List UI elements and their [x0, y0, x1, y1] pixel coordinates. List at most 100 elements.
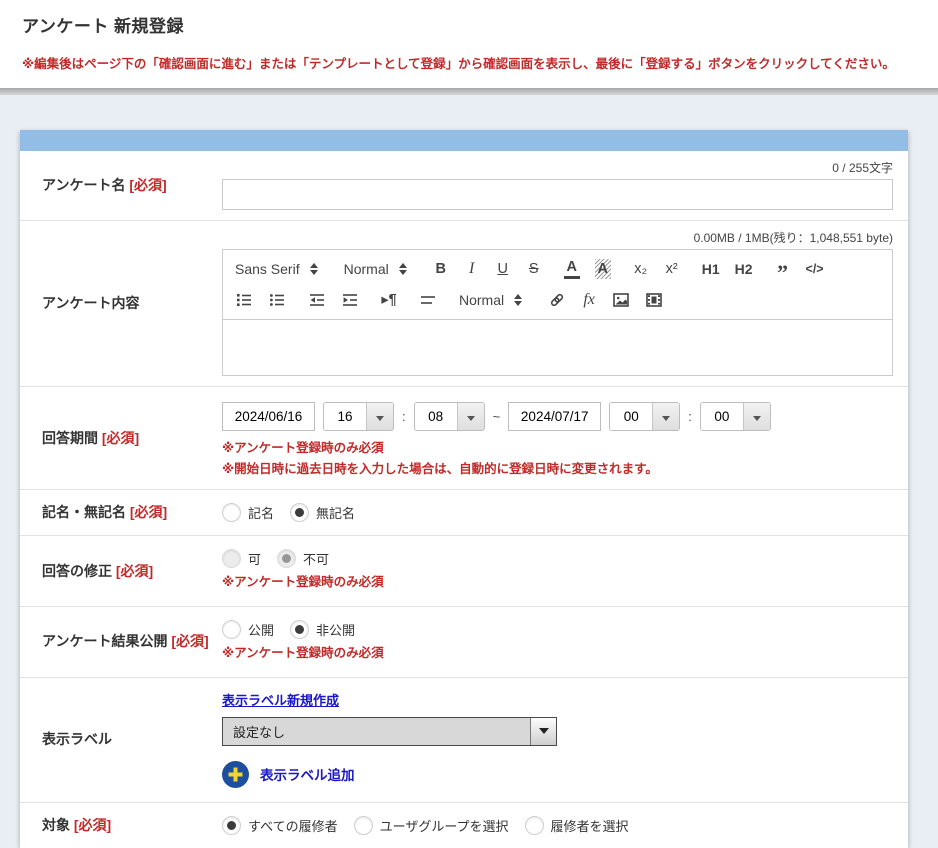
display-label-select[interactable]: 設定なし	[222, 717, 557, 746]
radio-button[interactable]	[290, 503, 309, 522]
link-icon[interactable]	[548, 290, 566, 310]
radio-option-anonymous[interactable]: 無記名	[290, 503, 355, 522]
italic-icon[interactable]: I	[464, 259, 480, 279]
font-picker[interactable]: Sans Serif	[235, 261, 318, 277]
code-block-icon[interactable]: </>	[806, 259, 824, 279]
dropdown-arrow-icon[interactable]	[457, 403, 484, 430]
page-title: アンケート 新規登録	[22, 12, 928, 37]
size-picker[interactable]: Normal	[344, 261, 407, 277]
radio-option-named[interactable]: 記名	[222, 503, 274, 522]
bold-icon[interactable]: B	[433, 259, 449, 279]
text-direction-icon[interactable]: ▸¶	[381, 290, 397, 310]
answer-modify-radio-group: 可 不可	[222, 549, 893, 568]
result-publish-label: アンケート結果公開 [必須]	[20, 607, 222, 677]
row-target: 対象 [必須] すべての履修者 ユーザグループを選択 履修者を選択	[20, 802, 908, 848]
page-notice: ※編集後はページ下の「確認画面に進む」または「テンプレートとして登録」から確認画…	[22, 53, 928, 72]
required-tag: [必須]	[129, 177, 166, 193]
start-hour-select[interactable]	[323, 402, 394, 431]
radio-button[interactable]	[525, 816, 544, 835]
radio-option-select-students[interactable]: 履修者を選択	[525, 816, 629, 835]
dropdown-arrow-icon[interactable]	[652, 403, 679, 430]
select-dropdown-arrow-icon[interactable]	[530, 718, 556, 745]
row-survey-name: アンケート名 [必須] 0 / 255文字	[20, 151, 908, 220]
radio-option-allowed[interactable]: 可	[222, 549, 261, 568]
end-minute-value[interactable]	[701, 403, 743, 430]
end-hour-value[interactable]	[610, 403, 652, 430]
row-answer-modify: 回答の修正 [必須] 可 不可 ※アンケート登録時のみ必須	[20, 535, 908, 606]
period-label: 回答期間 [必須]	[20, 387, 222, 489]
answer-modify-label: 回答の修正 [必須]	[20, 536, 222, 606]
target-label: 対象 [必須]	[20, 803, 222, 848]
video-icon[interactable]	[645, 290, 663, 310]
plus-icon[interactable]	[222, 761, 249, 788]
end-minute-select[interactable]	[700, 402, 771, 431]
indent-icon[interactable]	[341, 290, 359, 310]
end-date-input[interactable]	[508, 402, 601, 431]
dropdown-arrow-icon[interactable]	[743, 403, 770, 430]
highlight-color-icon[interactable]: A	[595, 259, 611, 279]
image-icon[interactable]	[612, 290, 630, 310]
period-note-1: ※アンケート登録時のみ必須	[222, 438, 893, 459]
end-hour-select[interactable]	[609, 402, 680, 431]
blockquote-icon[interactable]: ”	[775, 259, 791, 279]
header-divider	[0, 88, 938, 95]
radio-option-not-allowed[interactable]: 不可	[277, 549, 329, 568]
bullet-list-icon[interactable]	[268, 290, 286, 310]
publish-note: ※アンケート登録時のみ必須	[222, 643, 893, 664]
survey-name-input[interactable]	[222, 179, 893, 210]
start-minute-select[interactable]	[414, 402, 485, 431]
superscript-icon[interactable]: x²	[664, 259, 680, 279]
radio-option-private[interactable]: 非公開	[290, 620, 355, 639]
required-tag: [必須]	[116, 563, 153, 579]
dropdown-arrow-icon[interactable]	[366, 403, 393, 430]
picker-updown-icon	[399, 263, 407, 275]
anonymity-label: 記名・無記名 [必須]	[20, 490, 222, 535]
content-size-counter: 0.00MB / 1MB(残り：1,048,551 byte)	[222, 229, 893, 246]
page-header: アンケート 新規登録 ※編集後はページ下の「確認画面に進む」または「テンプレート…	[0, 0, 938, 88]
radio-button[interactable]	[290, 620, 309, 639]
panel-header-bar	[20, 130, 908, 151]
add-display-label-button[interactable]: 表示ラベル追加	[222, 761, 893, 788]
survey-name-label: アンケート名 [必須]	[20, 151, 222, 220]
required-tag: [必須]	[130, 504, 167, 520]
survey-content-label: アンケート内容	[20, 221, 222, 386]
radio-option-all-students[interactable]: すべての履修者	[222, 816, 338, 835]
row-display-label: 表示ラベル 表示ラベル新規作成 設定なし 表示ラベル追加	[20, 677, 908, 802]
radio-button[interactable]	[222, 549, 241, 568]
outdent-icon[interactable]	[308, 290, 326, 310]
radio-option-user-group[interactable]: ユーザグループを選択	[354, 816, 509, 835]
row-survey-content: アンケート内容 0.00MB / 1MB(残り：1,048,551 byte) …	[20, 220, 908, 386]
required-tag: [必須]	[171, 633, 208, 649]
heading2-icon[interactable]: H2	[735, 259, 753, 279]
survey-form-panel: アンケート名 [必須] 0 / 255文字 アンケート内容 0.00MB / 1…	[20, 130, 908, 848]
time-colon: :	[688, 409, 692, 424]
modify-note: ※アンケート登録時のみ必須	[222, 572, 893, 593]
line-style-picker[interactable]: Normal	[459, 292, 522, 308]
period-notes: ※アンケート登録時のみ必須 ※開始日時に過去日時を入力した場合は、自動的に登録日…	[222, 438, 893, 479]
create-display-label-link[interactable]: 表示ラベル新規作成	[222, 690, 339, 709]
align-icon[interactable]	[419, 290, 437, 310]
subscript-icon[interactable]: x₂	[633, 259, 649, 279]
range-tilde: ~	[493, 409, 501, 424]
row-result-publish: アンケート結果公開 [必須] 公開 非公開 ※アンケート登録時のみ必須	[20, 606, 908, 677]
picker-updown-icon	[310, 263, 318, 275]
heading1-icon[interactable]: H1	[702, 259, 720, 279]
radio-option-public[interactable]: 公開	[222, 620, 274, 639]
ordered-list-icon[interactable]	[235, 290, 253, 310]
radio-button[interactable]	[354, 816, 373, 835]
start-date-input[interactable]	[222, 402, 315, 431]
radio-button[interactable]	[222, 620, 241, 639]
time-colon: :	[402, 409, 406, 424]
start-hour-value[interactable]	[324, 403, 366, 430]
picker-updown-icon	[514, 294, 522, 306]
required-tag: [必須]	[74, 817, 111, 833]
strikethrough-icon[interactable]: S	[526, 259, 542, 279]
radio-button[interactable]	[222, 816, 241, 835]
editor-content-area[interactable]	[222, 320, 893, 376]
formula-icon[interactable]: fx	[581, 290, 597, 310]
text-color-icon[interactable]: A	[564, 259, 580, 279]
radio-button[interactable]	[277, 549, 296, 568]
underline-icon[interactable]: U	[495, 259, 511, 279]
start-minute-value[interactable]	[415, 403, 457, 430]
radio-button[interactable]	[222, 503, 241, 522]
